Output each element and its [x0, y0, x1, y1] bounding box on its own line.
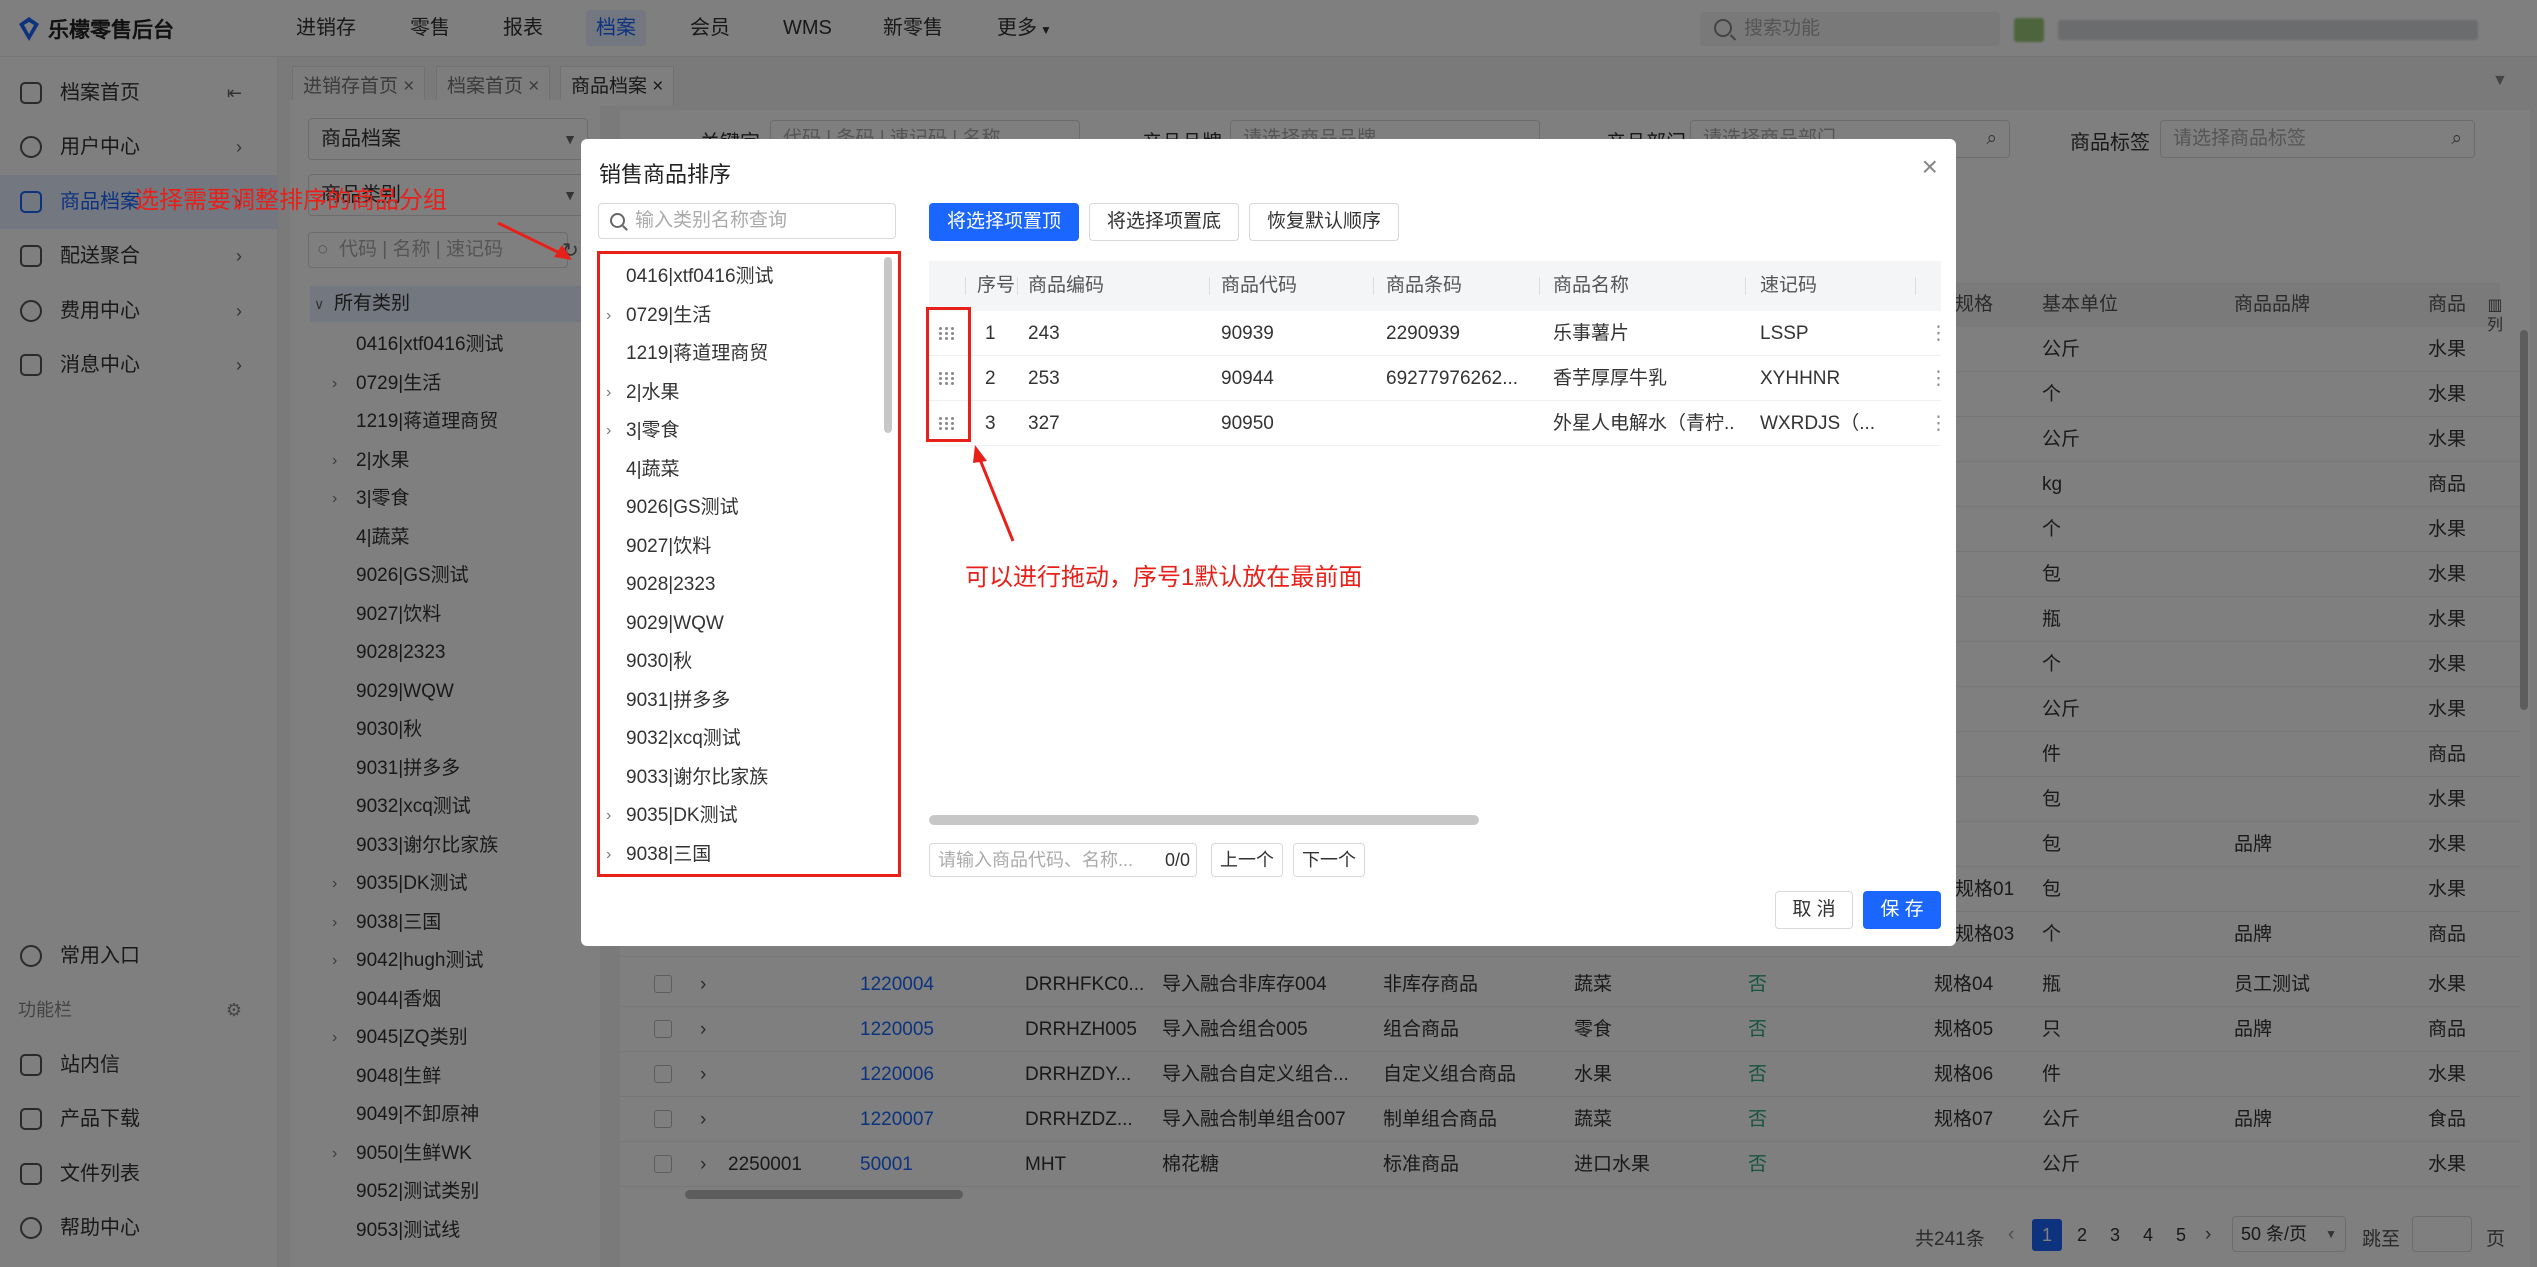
- cell-short: WXRDJS（...: [1760, 413, 1876, 434]
- column-divider: [1539, 277, 1540, 295]
- tree-item-label: 3|零食: [626, 420, 680, 441]
- close-icon[interactable]: ×: [1922, 153, 1938, 181]
- chevron-right-icon[interactable]: ›: [606, 374, 611, 413]
- sort-dialog: 销售商品排序 × 输入类别名称查询 0416|xtf0416测试 › 0729|生活…: [581, 139, 1956, 946]
- tree-item[interactable]: 9026|GS测试: [600, 489, 890, 528]
- header-barcode: 商品条码: [1386, 275, 1463, 296]
- cell-name: 乐事薯片: [1553, 323, 1630, 344]
- dialog-title: 销售商品排序: [599, 162, 732, 187]
- chevron-right-icon[interactable]: ›: [606, 797, 611, 836]
- tree-item-label: 9027|饮料: [626, 535, 712, 557]
- tree-item-label: 0729|生活: [626, 304, 712, 326]
- tree-item-label: 9031|拼多多: [626, 689, 731, 711]
- cell-short: LSSP: [1760, 323, 1809, 344]
- tree-item-label: 9033|谢尔比家族: [626, 766, 769, 788]
- cell-sku: 90944: [1221, 368, 1274, 389]
- sort-table-row[interactable]: 3 327 90950 外星人电解水（青柠... WXRDJS（... ⋮: [929, 401, 1948, 446]
- cell-seq: 1: [985, 323, 996, 344]
- search-icon: [610, 213, 625, 228]
- tree-item[interactable]: 4|蔬菜: [600, 451, 890, 490]
- tree-item[interactable]: 1219|蒋道理商贸: [600, 335, 890, 374]
- cell-code: 253: [1028, 368, 1060, 389]
- find-product-input[interactable]: 请输入商品代码、名称... 0/0: [929, 843, 1197, 877]
- cell-barcode: 69277976262...: [1386, 368, 1519, 389]
- cell-short: XYHHNR: [1760, 368, 1841, 389]
- header-seq: 序号: [977, 275, 1016, 296]
- find-product-placeholder: 请输入商品代码、名称...: [938, 850, 1134, 870]
- header-product-code: 商品编码: [1028, 275, 1105, 296]
- tree-item[interactable]: 9028|2323: [600, 566, 890, 605]
- tree-item[interactable]: › 9038|三国: [600, 836, 890, 875]
- more-icon[interactable]: ⋮: [1929, 401, 1948, 446]
- tree-item-label: 9029|WQW: [626, 612, 724, 634]
- tree-item[interactable]: 9033|谢尔比家族: [600, 759, 890, 798]
- find-next-button[interactable]: 下一个: [1293, 843, 1365, 877]
- column-divider: [1915, 277, 1916, 295]
- find-count: 0/0: [1164, 850, 1190, 870]
- tree-item[interactable]: › 2|水果: [600, 374, 890, 413]
- tree-item-label: 4|蔬菜: [626, 458, 680, 480]
- tree-item[interactable]: 0416|xtf0416测试: [600, 258, 890, 297]
- dialog-category-tree: 0416|xtf0416测试 › 0729|生活 1219|蒋道理商贸 › 2|水果 › 3|…: [597, 251, 901, 877]
- sort-table-row[interactable]: 1 243 90939 2290939 乐事薯片 LSSP ⋮: [929, 311, 1948, 356]
- tree-scrollbar[interactable]: [884, 257, 892, 433]
- tree-item-label: 0416|xtf0416测试: [626, 266, 774, 287]
- cell-sku: 90939: [1221, 323, 1274, 344]
- chevron-right-icon[interactable]: ›: [606, 297, 611, 336]
- cell-name: 外星人电解水（青柠...: [1553, 413, 1733, 434]
- tree-item-label: 9032|xcq测试: [626, 728, 741, 749]
- header-sku: 商品代码: [1221, 275, 1298, 296]
- tree-item-label: 1219|蒋道理商贸: [626, 343, 769, 364]
- reset-order-button[interactable]: 恢复默认顺序: [1249, 203, 1399, 241]
- annotation-arrow-right: [973, 445, 1015, 542]
- tree-item-label: 9028|2323: [626, 574, 716, 595]
- cell-barcode: 2290939: [1386, 323, 1460, 344]
- header-shortcode: 速记码: [1760, 275, 1818, 296]
- tree-item-label: 9030|秋: [626, 651, 693, 672]
- tree-item-label: 9038|三国: [626, 843, 712, 865]
- dialog-table-header: 序号 商品编码 商品代码 商品条码 商品名称 速记码: [929, 261, 1941, 311]
- chevron-right-icon[interactable]: ›: [606, 836, 611, 875]
- move-to-top-button[interactable]: 将选择项置顶: [929, 203, 1079, 241]
- more-icon[interactable]: ⋮: [1929, 311, 1948, 356]
- drag-handle-highlight: [926, 307, 971, 442]
- tree-item[interactable]: 9027|饮料: [600, 528, 890, 567]
- dialog-category-search-input[interactable]: 输入类别名称查询: [598, 203, 896, 239]
- column-divider: [1209, 277, 1210, 295]
- cell-code: 243: [1028, 323, 1060, 344]
- move-to-bottom-button[interactable]: 将选择项置底: [1089, 203, 1239, 241]
- cell-sku: 90950: [1221, 413, 1274, 434]
- more-icon[interactable]: ⋮: [1929, 356, 1948, 401]
- dialog-table-hscroll[interactable]: [929, 815, 1479, 825]
- tree-item[interactable]: 9031|拼多多: [600, 682, 890, 721]
- tree-item-label: 9035|DK测试: [626, 805, 738, 826]
- find-prev-button[interactable]: 上一个: [1211, 843, 1283, 877]
- tree-item[interactable]: › 0729|生活: [600, 297, 890, 336]
- column-divider: [965, 277, 966, 295]
- tree-item[interactable]: 9030|秋: [600, 643, 890, 682]
- header-product-name: 商品名称: [1553, 275, 1630, 296]
- tree-item[interactable]: 9032|xcq测试: [600, 720, 890, 759]
- tree-item-label: 9026|GS测试: [626, 497, 739, 518]
- save-button[interactable]: 保 存: [1863, 891, 1941, 929]
- column-divider: [1017, 277, 1018, 295]
- tree-item-label: 2|水果: [626, 381, 680, 403]
- cell-code: 327: [1028, 413, 1060, 434]
- cancel-button[interactable]: 取 消: [1775, 891, 1853, 929]
- cell-seq: 2: [985, 368, 996, 389]
- annotation-arrow-left: [497, 221, 572, 260]
- column-divider: [1745, 277, 1746, 295]
- cell-name: 香芋厚厚牛乳: [1553, 368, 1668, 389]
- tree-item[interactable]: 9029|WQW: [600, 605, 890, 644]
- tree-item[interactable]: › 3|零食: [600, 412, 890, 451]
- annotation-select-group: 选择需要调整排序的商品分组: [135, 187, 447, 214]
- sort-table-row[interactable]: 2 253 90944 69277976262... 香芋厚厚牛乳 XYHHNR ⋮: [929, 356, 1948, 401]
- column-divider: [1373, 277, 1374, 295]
- dialog-category-search-placeholder: 输入类别名称查询: [635, 210, 788, 231]
- annotation-drag-hint: 可以进行拖动，序号1默认放在最前面: [965, 564, 1363, 591]
- chevron-right-icon[interactable]: ›: [606, 412, 611, 451]
- tree-item[interactable]: › 9035|DK测试: [600, 797, 890, 836]
